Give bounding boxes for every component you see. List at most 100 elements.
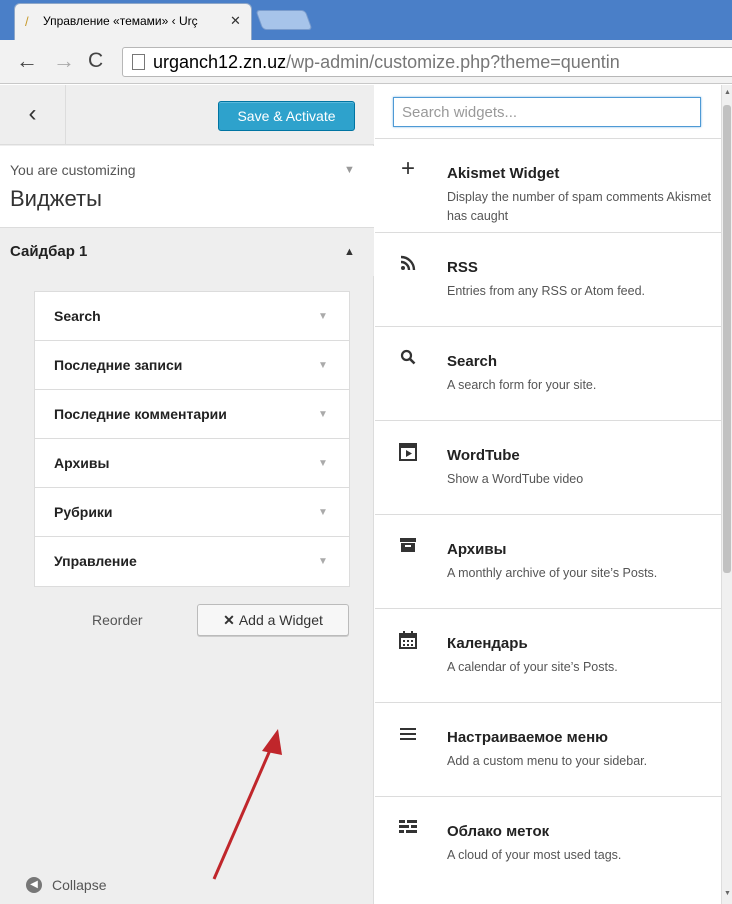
close-x-icon: ✕ [223, 612, 235, 628]
widget-description: Entries from any RSS or Atom feed. [447, 284, 645, 298]
available-widget-custom-menu[interactable]: Настраиваемое меню Add a custom menu to … [375, 702, 721, 796]
collapse-label: Collapse [52, 877, 107, 893]
menu-glyph [400, 728, 416, 740]
available-widgets-list: + Akismet Widget Display the number of s… [375, 138, 721, 890]
rss-glyph [400, 255, 416, 271]
customizer-header: ‹ Save & Activate [0, 85, 374, 145]
calendar-glyph [399, 631, 417, 649]
available-widget-search[interactable]: Search A search form for your site. [375, 326, 721, 420]
widget-title: Search [447, 353, 498, 370]
sidebar-section-header[interactable]: Сайдбар 1 ▲ [0, 228, 374, 276]
add-widget-button[interactable]: ✕ Add a Widget [197, 604, 349, 636]
reload-icon[interactable]: C [88, 48, 103, 74]
tag-cloud-glyph [399, 820, 417, 833]
widget-label: Search [54, 308, 101, 324]
browser-toolbar: ← → C urganch12.zn.uz/wp-admin/customize… [0, 40, 732, 84]
search-widgets-input[interactable] [393, 97, 701, 127]
search-glyph [400, 349, 416, 365]
save-activate-button[interactable]: Save & Activate [218, 101, 355, 131]
widget-description: Show a WordTube video [447, 472, 584, 486]
back-chevron-icon[interactable]: ‹ [0, 85, 66, 145]
info-toggle-icon[interactable]: ▼ [344, 164, 355, 176]
new-tab-button[interactable] [255, 10, 313, 30]
collapse-up-icon[interactable]: ▲ [344, 246, 355, 258]
annotation-arrow-head [262, 729, 282, 755]
reorder-link[interactable]: Reorder [92, 612, 143, 628]
url-host: urganch12.zn.uz [153, 52, 287, 72]
add-widget-label: Add a Widget [238, 612, 323, 628]
video-icon [397, 443, 419, 466]
widget-row-recent-posts[interactable]: Последние записи ▼ [35, 341, 349, 390]
forward-arrow-icon[interactable]: → [53, 48, 75, 74]
widget-description: A calendar of your site’s Posts. [447, 660, 618, 674]
expand-arrow-icon[interactable]: ▼ [318, 360, 328, 371]
widget-description: Add a custom menu to your sidebar. [447, 754, 648, 768]
wordpress-favicon-icon: / [25, 14, 29, 29]
widget-title: Настраиваемое меню [447, 729, 608, 746]
widget-row-recent-comments[interactable]: Последние комментарии ▼ [35, 390, 349, 439]
available-widget-wordtube[interactable]: WordTube Show a WordTube video [375, 420, 721, 514]
url-text: urganch12.zn.uz/wp-admin/customize.php?t… [153, 52, 620, 73]
widget-title: RSS [447, 259, 478, 276]
available-widgets-panel: + Akismet Widget Display the number of s… [375, 85, 721, 904]
expand-arrow-icon[interactable]: ▼ [318, 409, 328, 420]
widget-row-categories[interactable]: Рубрики ▼ [35, 488, 349, 537]
browser-tab[interactable]: / Управление «темами» ‹ Urç ✕ [14, 3, 252, 40]
sidebar-widget-list: Search ▼ Последние записи ▼ Последние комм… [34, 291, 350, 587]
available-widget-calendar[interactable]: Календарь A calendar of your site’s Post… [375, 608, 721, 702]
menu-icon [397, 725, 419, 746]
widget-label: Последние комментарии [54, 406, 227, 422]
scroll-up-icon[interactable]: ▲ [724, 89, 731, 96]
video-glyph [399, 443, 417, 461]
available-widget-archives[interactable]: Архивы A monthly archive of your site’s … [375, 514, 721, 608]
address-bar[interactable]: urganch12.zn.uz/wp-admin/customize.php?t… [122, 47, 732, 77]
sidebar-title: Сайдбар 1 [10, 243, 88, 260]
widget-description: A cloud of your most used tags. [447, 848, 622, 862]
page-icon [132, 54, 145, 70]
widget-label: Последние записи [54, 357, 183, 373]
available-widget-rss[interactable]: RSS Entries from any RSS or Atom feed. [375, 232, 721, 326]
available-widget-tag-cloud[interactable]: Облако меток A cloud of your most used t… [375, 796, 721, 890]
expand-arrow-icon[interactable]: ▼ [318, 507, 328, 518]
customizer-panel: ‹ Save & Activate You are customizing Ви… [0, 85, 374, 904]
plus-icon: + [400, 155, 415, 182]
scrollbar-thumb[interactable] [723, 105, 731, 573]
widget-row-search[interactable]: Search ▼ [35, 292, 349, 341]
panel-title: Виджеты [10, 186, 102, 211]
tab-title: Управление «темами» ‹ Urç [43, 14, 198, 28]
widget-title: Календарь [447, 635, 528, 652]
archive-icon [397, 537, 419, 558]
widget-label: Рубрики [54, 504, 113, 520]
widget-label: Архивы [54, 455, 110, 471]
widget-title: Архивы [447, 541, 507, 558]
available-widget-akismet[interactable]: + Akismet Widget Display the number of s… [375, 138, 721, 232]
widget-row-archives[interactable]: Архивы ▼ [35, 439, 349, 488]
archive-glyph [400, 538, 416, 552]
widget-row-meta[interactable]: Управление ▼ [35, 537, 349, 586]
tab-close-icon[interactable]: ✕ [230, 13, 241, 29]
widget-description: A monthly archive of your site’s Posts. [447, 566, 658, 580]
widget-description: A search form for your site. [447, 378, 597, 392]
back-arrow-icon[interactable]: ← [16, 48, 38, 74]
url-path: /wp-admin/customize.php?theme=quentin [286, 52, 620, 72]
rss-icon [397, 255, 419, 276]
expand-arrow-icon[interactable]: ▼ [318, 458, 328, 469]
search-icon [397, 349, 419, 370]
browser-tab-bar: / Управление «темами» ‹ Urç ✕ [0, 0, 732, 40]
collapse-left-icon: ◀ [26, 877, 42, 893]
widget-title: Akismet Widget [447, 165, 560, 182]
customizing-label: You are customizing [10, 162, 136, 178]
widget-label: Управление [54, 553, 137, 569]
expand-arrow-icon[interactable]: ▼ [318, 556, 328, 567]
widget-description: Display the number of spam comments Akis… [447, 190, 711, 223]
calendar-icon [397, 631, 419, 654]
scroll-down-icon[interactable]: ▼ [724, 890, 731, 897]
tag-cloud-icon [397, 819, 419, 840]
scrollbar[interactable]: ▲ ▼ [721, 85, 732, 904]
expand-arrow-icon[interactable]: ▼ [318, 311, 328, 322]
customizer-info: You are customizing Виджеты ▼ [0, 146, 374, 228]
annotation-arrow [212, 729, 282, 880]
annotation-arrow-shaft [212, 740, 276, 880]
widget-title: Облако меток [447, 823, 550, 840]
widget-title: WordTube [447, 447, 520, 464]
